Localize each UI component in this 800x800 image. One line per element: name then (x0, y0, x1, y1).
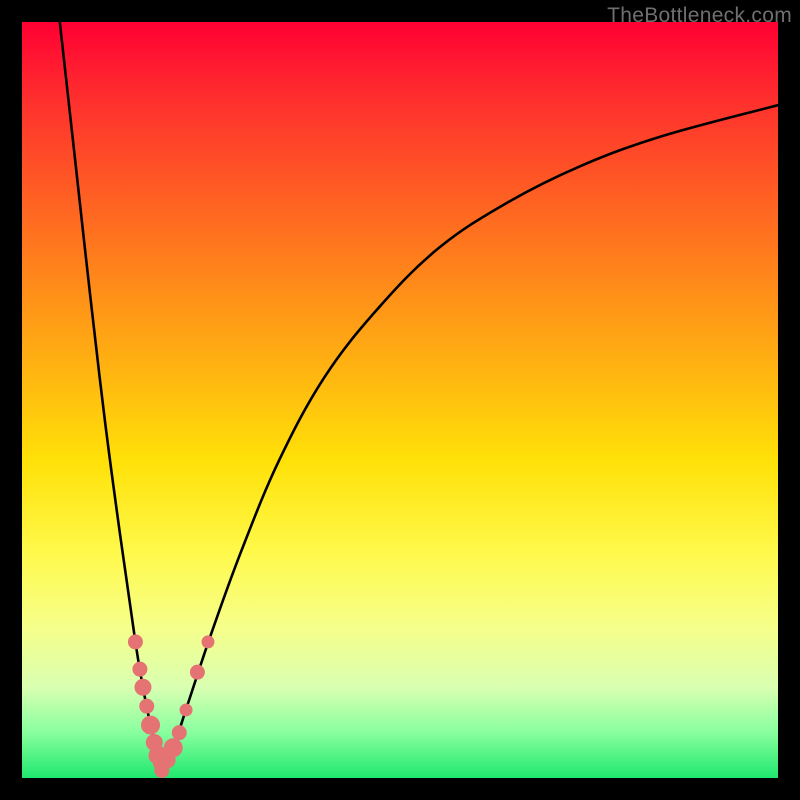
chart-svg (22, 22, 778, 778)
data-marker (202, 636, 214, 648)
data-marker (128, 635, 142, 649)
data-marker (135, 679, 151, 695)
curve-right-branch (162, 105, 778, 770)
curve-left-branch (60, 22, 162, 770)
data-marker (172, 726, 186, 740)
chart-container: TheBottleneck.com (0, 0, 800, 800)
data-marker (164, 739, 182, 757)
data-marker (133, 662, 147, 676)
data-marker (180, 704, 192, 716)
data-marker (142, 716, 160, 734)
plot-area (22, 22, 778, 778)
marker-group (128, 635, 214, 778)
data-marker (190, 665, 204, 679)
data-marker (140, 699, 154, 713)
